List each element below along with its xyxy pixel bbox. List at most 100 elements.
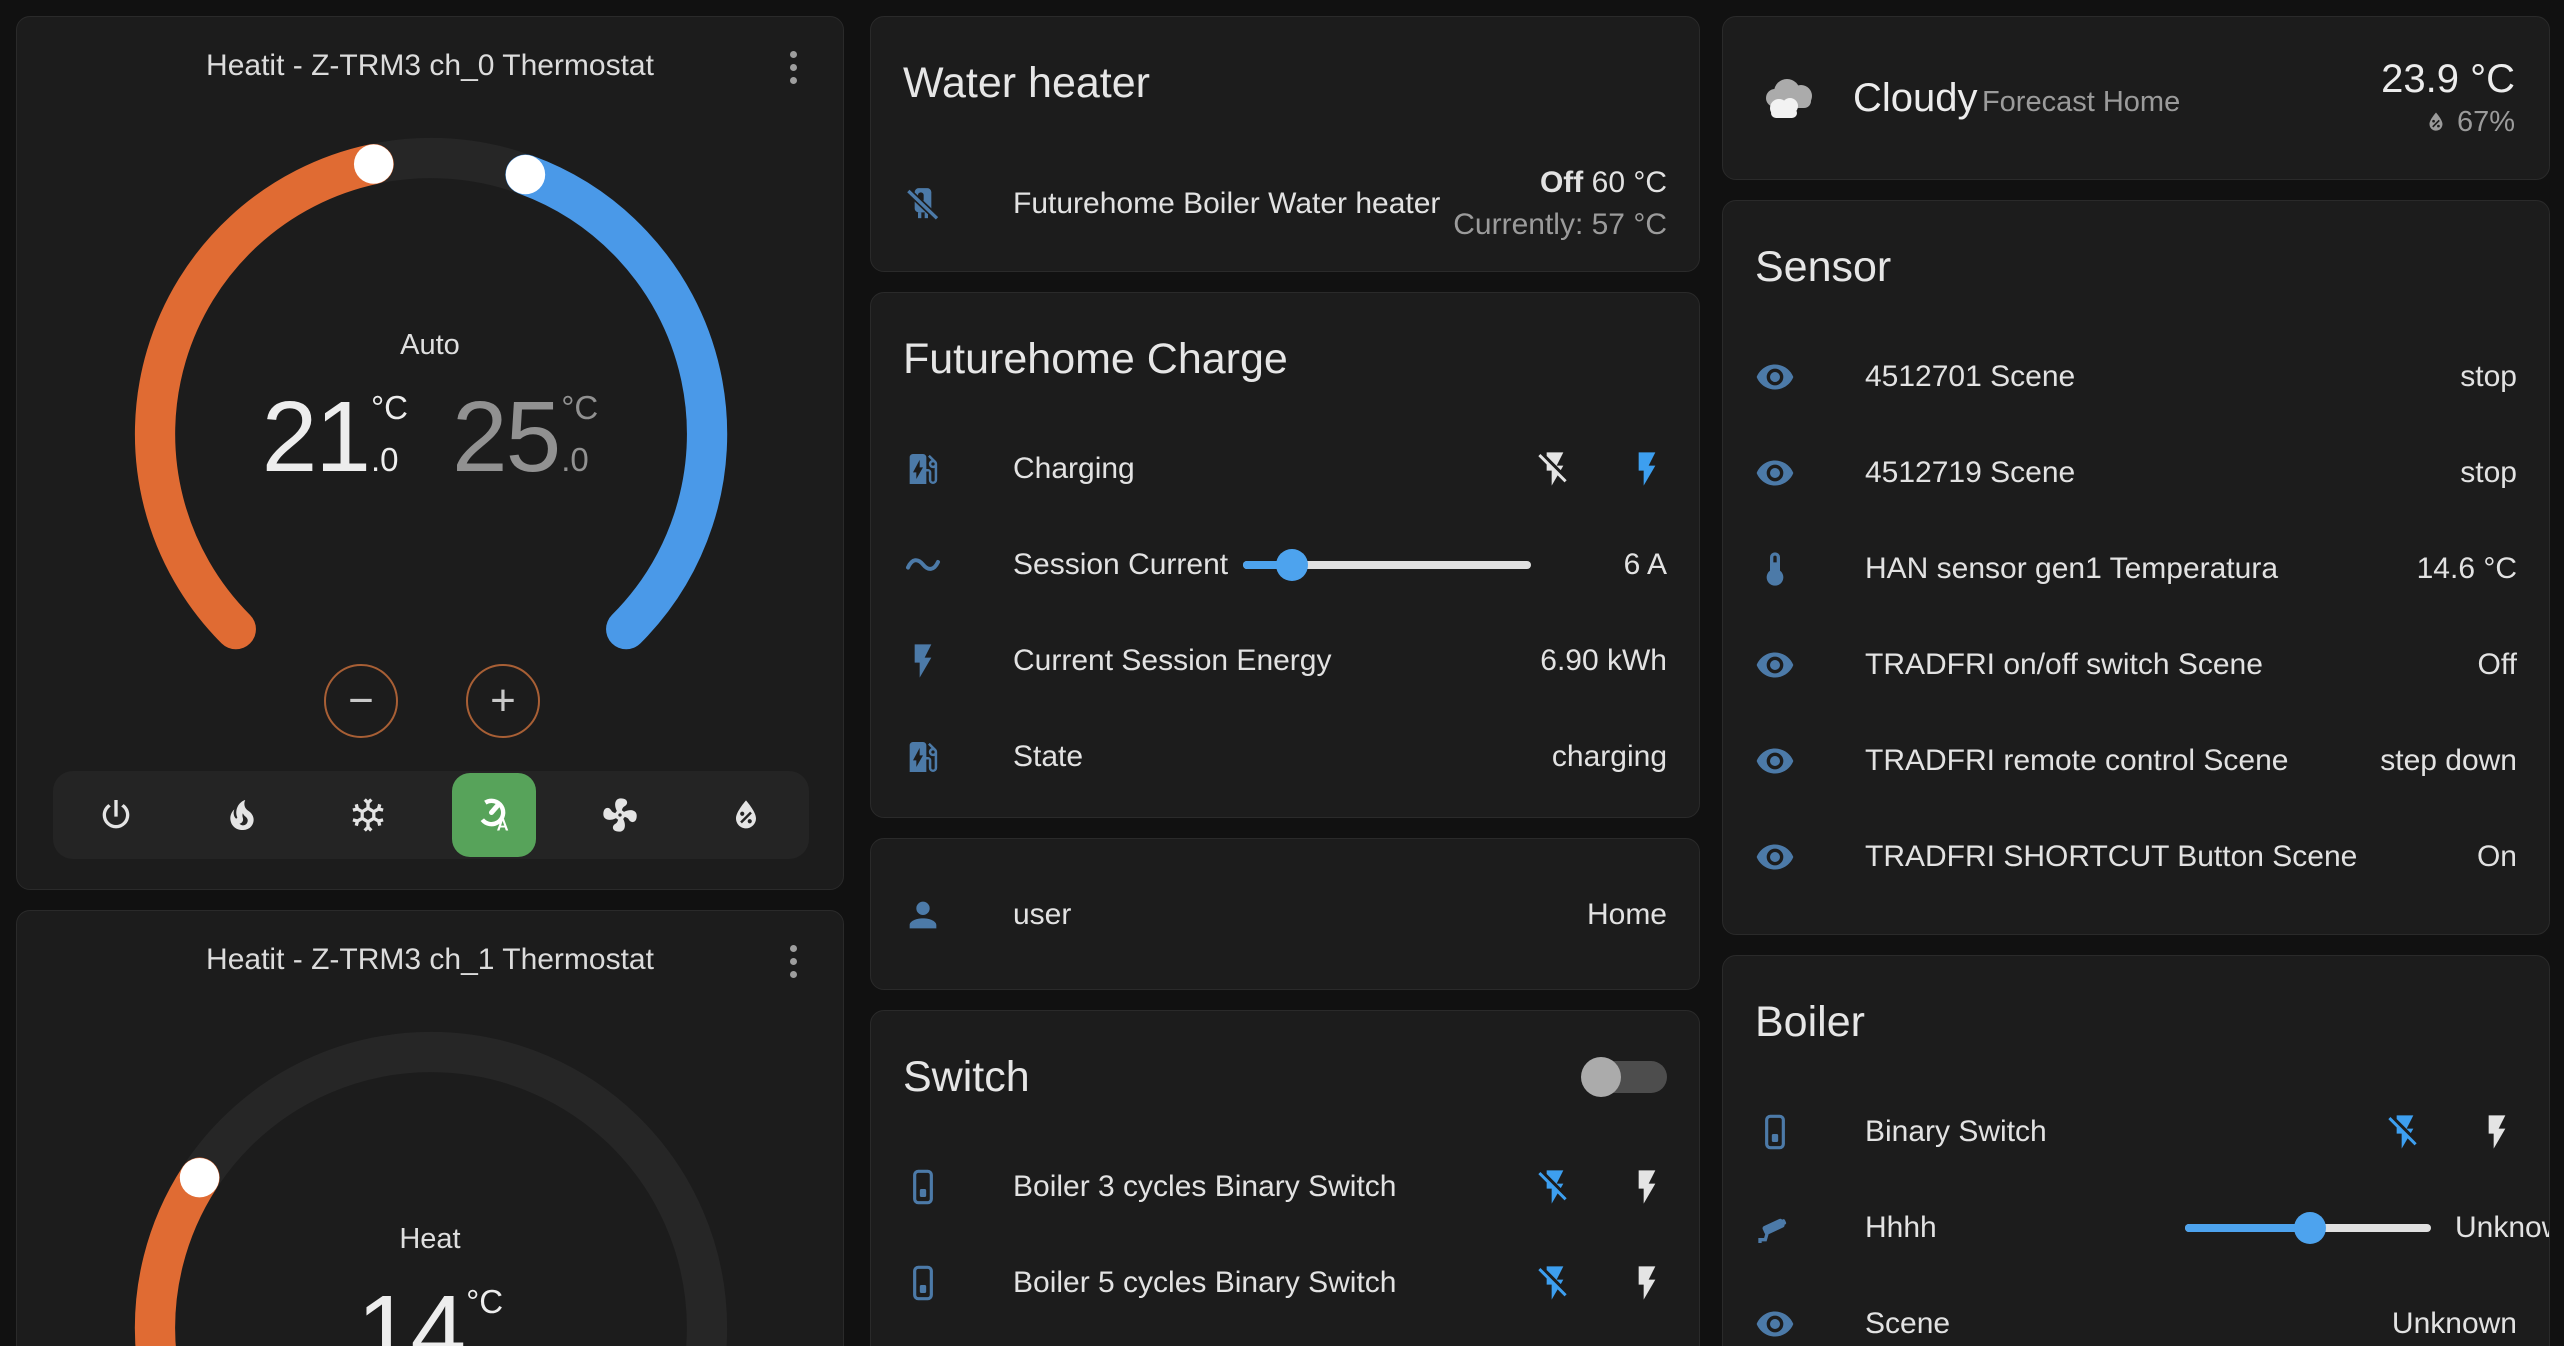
left-column: Heatit - Z-TRM3 ch_0 Thermostat Auto 21 … (16, 16, 844, 1346)
binary-switch-row[interactable]: Binary Switch (1755, 1084, 2517, 1180)
flash-icon[interactable] (2477, 1112, 2517, 1152)
weather-card[interactable]: Cloudy Forecast Home 23.9 °C 67% (1722, 16, 2550, 180)
ev-station-icon (903, 737, 943, 777)
thermostat-title: Heatit - Z-TRM3 ch_0 Thermostat (17, 49, 843, 83)
state-row[interactable]: State charging (903, 709, 1667, 805)
temp-unit: °C (371, 389, 408, 427)
svg-text:A: A (497, 816, 509, 835)
thermostat-card-ch1: Heatit - Z-TRM3 ch_1 Thermostat Heat 14 … (16, 910, 844, 1346)
cctv-icon (1755, 1208, 1795, 1248)
mode-heat-button[interactable] (200, 773, 284, 857)
session-energy-row[interactable]: Current Session Energy 6.90 kWh (903, 613, 1667, 709)
more-options-icon[interactable] (773, 45, 813, 89)
entity-value: Unknown (2455, 1211, 2550, 1245)
card-title: Futurehome Charge (903, 293, 1667, 385)
mode-dry-button[interactable] (704, 773, 788, 857)
target-temp-high: 25 °C .0 (452, 385, 598, 489)
fire-icon (222, 795, 262, 835)
weather-condition: Cloudy (1853, 76, 1978, 120)
decrease-temp-button[interactable]: − (324, 664, 398, 738)
snowflake-icon (348, 795, 388, 835)
target-temp: 14 °C (357, 1279, 503, 1346)
futurehome-charge-card: Futurehome Charge Charging (870, 292, 1700, 818)
boiler-card: Boiler Binary Switch (1722, 955, 2550, 1346)
sensor-row[interactable]: TRADFRI SHORTCUT Button Scene On (1755, 809, 2517, 905)
fan-icon (600, 795, 640, 835)
setpoint-thumb[interactable] (180, 1158, 219, 1197)
thermostat-auto-icon: A (474, 795, 514, 835)
light-switch-icon (1755, 1112, 1795, 1152)
water-heater-card: Water heater Futurehome Boiler Water hea… (870, 16, 1700, 272)
weather-summary: Cloudy Forecast Home (1853, 74, 2180, 122)
sensor-row[interactable]: 4512719 Scene stop (1755, 425, 2517, 521)
boiler5-row[interactable]: Boiler 5 cycles Binary Switch (903, 1235, 1667, 1331)
high-setpoint-thumb[interactable] (506, 155, 545, 194)
session-current-row[interactable]: Session Current 6 A (903, 517, 1667, 613)
flash-icon (903, 641, 943, 681)
mode-cool-button[interactable] (326, 773, 410, 857)
weather-subtitle: Forecast Home (1982, 86, 2180, 118)
hhhh-row[interactable]: Hhhh Unknown (1755, 1180, 2517, 1276)
mode-fan-button[interactable] (578, 773, 662, 857)
eye-icon (1755, 357, 1795, 397)
water-boiler-off-icon (903, 184, 943, 224)
flash-icon[interactable] (1627, 1167, 1667, 1207)
thermostat-title: Heatit - Z-TRM3 ch_1 Thermostat (17, 943, 843, 977)
target-temperatures: 21 °C .0 25 °C .0 (17, 385, 843, 489)
entity-value: 6 A (1557, 548, 1667, 582)
water-heater-row[interactable]: Futurehome Boiler Water heater Off 60 °C… (903, 145, 1667, 263)
eye-icon (1755, 1304, 1795, 1344)
entity-state: Off 60 °C Currently: 57 °C (1453, 166, 1667, 242)
user-card: user Home (870, 838, 1700, 990)
hvac-mode-bar: A (53, 771, 809, 859)
middle-column: Water heater Futurehome Boiler Water hea… (870, 16, 1700, 1346)
entity-name: user (1013, 898, 1071, 932)
card-title: Sensor (1755, 201, 2517, 293)
boiler3-row[interactable]: Boiler 3 cycles Binary Switch (903, 1139, 1667, 1235)
thermostat-header: Heatit - Z-TRM3 ch_0 Thermostat (17, 17, 843, 113)
sensor-row[interactable]: 4512701 Scene stop (1755, 329, 2517, 425)
mode-auto-button[interactable]: A (452, 773, 536, 857)
sensor-row[interactable]: TRADFRI remote control Scene step down (1755, 713, 2517, 809)
light-switch-icon (903, 1167, 943, 1207)
increase-temp-button[interactable]: + (466, 664, 540, 738)
target-temperatures: 14 °C (17, 1279, 843, 1346)
flash-off-icon[interactable] (2385, 1112, 2425, 1152)
flash-icon[interactable] (1627, 449, 1667, 489)
right-column: Cloudy Forecast Home 23.9 °C 67% Sensor … (1722, 16, 2550, 1346)
flash-icon[interactable] (1627, 1263, 1667, 1303)
switch-card: Switch Boiler 3 cycles Binary Switch (870, 1010, 1700, 1346)
switch-group-toggle[interactable] (1581, 1057, 1667, 1097)
temp-decimal: .0 (561, 441, 598, 479)
session-current-slider[interactable] (1243, 545, 1531, 585)
light-switch-icon (903, 1263, 943, 1303)
humidity-icon (2423, 109, 2449, 135)
temp-unit: °C (466, 1283, 503, 1321)
card-title: Switch (903, 1051, 1581, 1103)
thermostat-card-ch0: Heatit - Z-TRM3 ch_0 Thermostat Auto 21 … (16, 16, 844, 890)
ev-station-icon (903, 449, 943, 489)
flash-off-icon[interactable] (1535, 1167, 1575, 1207)
flash-off-icon[interactable] (1535, 449, 1575, 489)
card-title: Boiler (1755, 956, 2517, 1048)
flash-off-icon[interactable] (1535, 1263, 1575, 1303)
dashboard: Heatit - Z-TRM3 ch_0 Thermostat Auto 21 … (0, 0, 2564, 1346)
water-percent-icon (726, 795, 766, 835)
eye-icon (1755, 741, 1795, 781)
entity-value: Home (1587, 898, 1667, 932)
user-row[interactable]: user Home (903, 839, 1667, 990)
hhhh-slider[interactable] (2185, 1208, 2431, 1248)
temp-decimal: .0 (371, 441, 408, 479)
charging-row[interactable]: Charging (903, 421, 1667, 517)
eye-icon (1755, 453, 1795, 493)
entity-name: Charging (1013, 452, 1135, 486)
entity-value: charging (1552, 740, 1667, 774)
sensor-row[interactable]: HAN sensor gen1 Temperatura 14.6 °C (1755, 521, 2517, 617)
low-setpoint-thumb[interactable] (354, 144, 393, 183)
mode-off-button[interactable] (74, 773, 158, 857)
entity-name: Futurehome Boiler Water heater (1013, 187, 1440, 221)
more-options-icon[interactable] (773, 939, 813, 983)
card-title: Water heater (903, 17, 1667, 109)
scene-row[interactable]: Scene Unknown (1755, 1276, 2517, 1346)
sensor-row[interactable]: TRADFRI on/off switch Scene Off (1755, 617, 2517, 713)
